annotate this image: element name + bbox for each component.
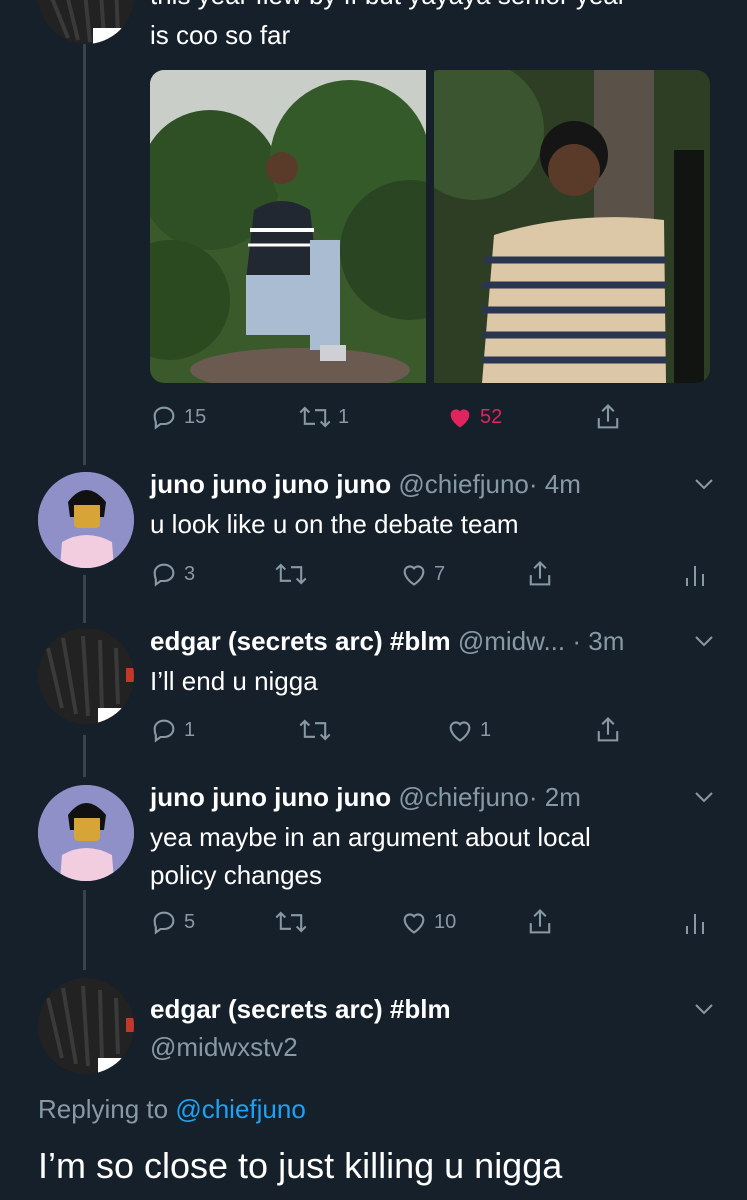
- reply-count: 15: [184, 405, 207, 428]
- avatar[interactable]: [38, 978, 134, 1074]
- retweet-button[interactable]: 1: [298, 403, 349, 431]
- heart-icon: [403, 913, 425, 934]
- retweet-icon: [299, 406, 331, 428]
- dreadlocks-hair-icon: [38, 0, 134, 44]
- reply-count: 5: [184, 910, 196, 933]
- chevron-down-icon[interactable]: [692, 632, 716, 650]
- heart-icon: [403, 565, 425, 586]
- reply-icon: [153, 406, 175, 430]
- display-name[interactable]: edgar (secrets arc) #blm: [150, 990, 451, 1028]
- reply-icon: [153, 911, 175, 935]
- share-icon: [597, 403, 619, 429]
- reply-button[interactable]: 5: [150, 908, 195, 936]
- retweet-button[interactable]: [274, 560, 314, 588]
- timestamp: · 3m: [572, 626, 625, 656]
- like-button[interactable]: 1: [446, 716, 491, 744]
- share-button[interactable]: [594, 402, 622, 432]
- analytics-button[interactable]: [684, 562, 706, 588]
- reply-button[interactable]: 1: [150, 716, 195, 744]
- share-button[interactable]: [594, 715, 622, 745]
- cartoon-character-icon: [38, 785, 134, 881]
- analytics-button[interactable]: [684, 910, 706, 936]
- avatar[interactable]: [38, 785, 134, 881]
- avatar[interactable]: [38, 628, 134, 724]
- chevron-down-icon[interactable]: [692, 1000, 716, 1018]
- share-icon: [529, 560, 551, 586]
- main-tweet-text: I’m so close to just killing u nigga: [38, 1145, 563, 1186]
- chevron-down-icon[interactable]: [692, 788, 716, 806]
- handle[interactable]: @chiefjuno: [398, 469, 528, 499]
- retweet-count: 1: [338, 405, 350, 428]
- handle[interactable]: @midw...: [458, 626, 565, 656]
- photo-left[interactable]: [150, 70, 426, 383]
- share-icon: [529, 908, 551, 934]
- like-button[interactable]: 10: [400, 908, 456, 936]
- like-count: 1: [480, 718, 492, 741]
- tweet-text: is coo so far: [150, 20, 291, 50]
- reply-button[interactable]: 15: [150, 403, 206, 431]
- display-name[interactable]: juno juno juno juno: [150, 782, 391, 812]
- avatar[interactable]: [38, 0, 134, 44]
- replying-prefix: Replying to: [38, 1094, 169, 1124]
- retweet-button[interactable]: [298, 716, 338, 744]
- tweet-header: edgar (secrets arc) #blm @midw... · 3m: [150, 622, 624, 660]
- timestamp: · 4m: [528, 469, 581, 499]
- handle[interactable]: @chiefjuno: [398, 782, 528, 812]
- replying-to: Replying to @chiefjuno: [38, 1090, 306, 1128]
- analytics-icon: [686, 914, 704, 934]
- retweet-icon: [275, 911, 307, 933]
- display-name[interactable]: juno juno juno juno: [150, 469, 391, 499]
- tweet-header: juno juno juno juno @chiefjuno· 2m: [150, 778, 581, 816]
- share-button[interactable]: [526, 559, 554, 589]
- share-button[interactable]: [526, 907, 554, 937]
- tweet-text: yea maybe in an argument about local: [150, 822, 591, 852]
- display-name[interactable]: edgar (secrets arc) #blm: [150, 626, 451, 656]
- analytics-icon: [686, 566, 704, 586]
- retweet-button[interactable]: [274, 908, 314, 936]
- heart-filled-icon: [450, 409, 470, 428]
- cartoon-character-icon: [38, 472, 134, 568]
- reply-count: 3: [184, 562, 196, 585]
- retweet-icon: [299, 719, 331, 741]
- share-icon: [597, 716, 619, 742]
- thread-line: [83, 0, 86, 465]
- like-button[interactable]: 52: [446, 403, 502, 431]
- tweet-header: juno juno juno juno @chiefjuno· 4m: [150, 465, 581, 503]
- tweet-text: I’ll end u nigga: [150, 666, 318, 696]
- tweet-text: policy changes: [150, 860, 322, 890]
- thread-line: [83, 735, 86, 777]
- reply-icon: [153, 719, 175, 743]
- like-button[interactable]: 7: [400, 560, 445, 588]
- reply-icon: [153, 563, 175, 587]
- reply-button[interactable]: 3: [150, 560, 195, 588]
- avatar[interactable]: [38, 472, 134, 568]
- tweet-text: u look like u on the debate team: [150, 509, 519, 539]
- like-count: 10: [434, 910, 457, 933]
- tweet-text-partial: this year flew by ff but yayaya senior y…: [150, 0, 626, 14]
- like-count: 52: [480, 405, 503, 428]
- dreadlocks-hair-icon: [38, 628, 134, 724]
- chevron-down-icon[interactable]: [692, 475, 716, 493]
- retweet-icon: [275, 563, 307, 585]
- handle[interactable]: @midwxstv2: [150, 1028, 298, 1066]
- dreadlocks-hair-icon: [38, 978, 134, 1074]
- like-count: 7: [434, 562, 446, 585]
- replying-handle-link[interactable]: @chiefjuno: [175, 1094, 305, 1124]
- reply-count: 1: [184, 718, 196, 741]
- thread-line: [83, 890, 86, 970]
- timestamp: · 2m: [528, 782, 581, 812]
- photo-right[interactable]: [434, 70, 710, 383]
- heart-icon: [449, 721, 471, 742]
- thread-line: [83, 575, 86, 623]
